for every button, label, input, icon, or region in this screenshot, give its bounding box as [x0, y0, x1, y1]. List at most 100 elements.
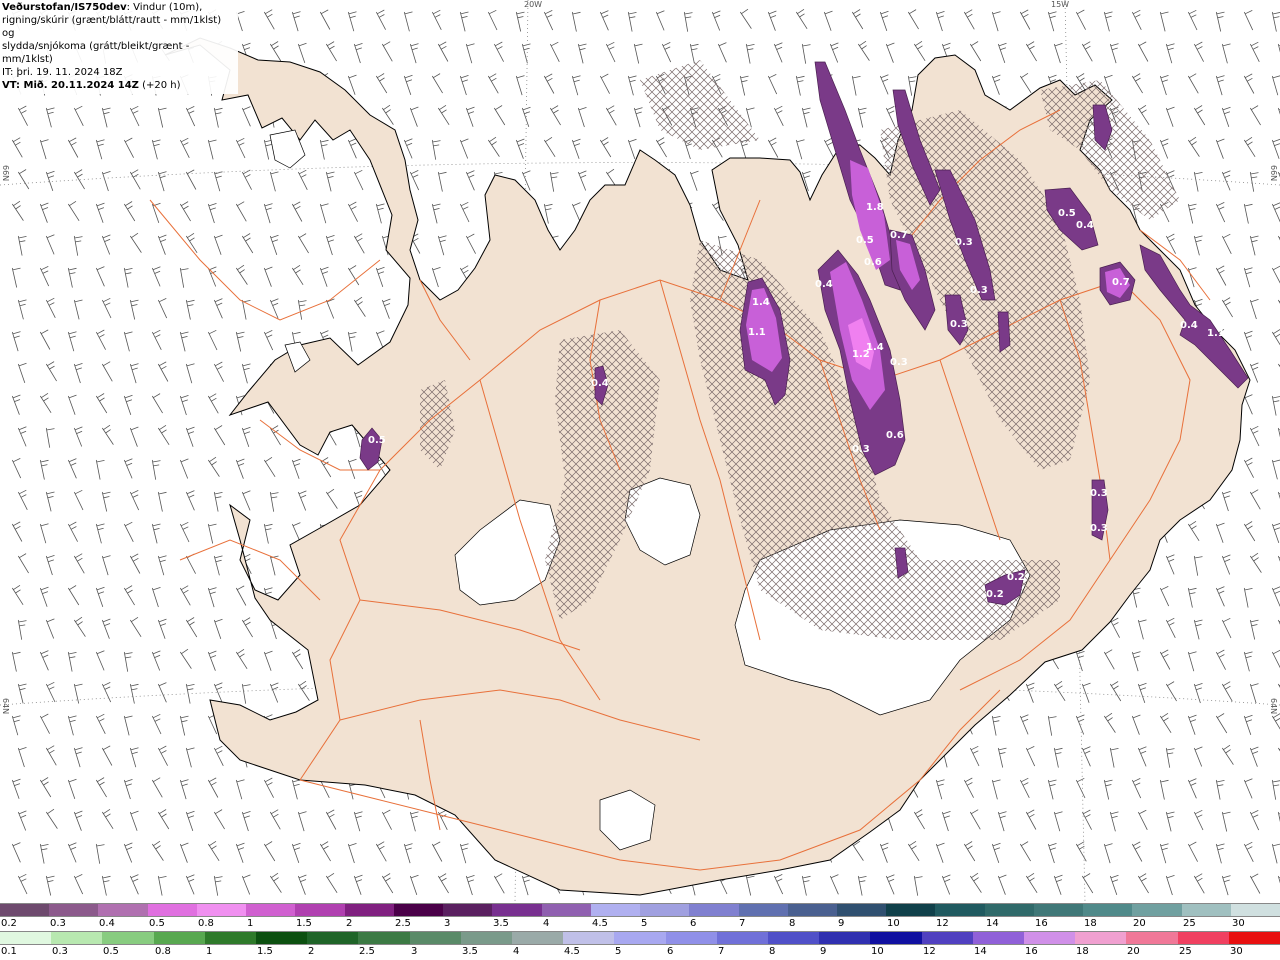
legend-value: 16	[1025, 946, 1038, 957]
legend-swatch	[49, 904, 99, 916]
legend-swatch	[1083, 904, 1133, 916]
legend-swatch	[0, 904, 50, 916]
legend-value: 4	[513, 946, 520, 957]
legend-value: 2	[346, 918, 353, 929]
precip-label: 0.3	[852, 444, 870, 455]
legend-swatch	[51, 932, 103, 944]
legend-swatch	[1228, 932, 1280, 944]
legend-swatch	[409, 932, 461, 944]
precip-label: 0.3	[970, 285, 988, 296]
legend-swatch	[935, 904, 985, 916]
legend-value: 2.5	[359, 946, 375, 957]
precip-label: 0.5	[1058, 208, 1076, 219]
precip-label: 0.4	[1076, 220, 1094, 231]
legend-value: 0.5	[149, 918, 165, 929]
legend-value: 6	[690, 918, 697, 929]
legend-value: 4	[543, 918, 550, 929]
legend-swatch	[443, 904, 493, 916]
precip-label: 0.5	[368, 435, 386, 446]
legend-swatch	[614, 932, 666, 944]
legend-swatch	[689, 904, 739, 916]
meridian-label-20w: 20W	[524, 0, 543, 9]
precip-label: 1.8	[866, 202, 884, 213]
legend-value: 0.2	[1, 918, 17, 929]
precip-label: 1.1	[748, 327, 766, 338]
legend-swatch	[640, 904, 690, 916]
legend-swatch	[98, 904, 148, 916]
legend-swatch	[1230, 904, 1280, 916]
legend-value: 18	[1084, 918, 1097, 929]
legend-swatch	[738, 904, 788, 916]
legend-swatch	[492, 904, 542, 916]
description-line-1: : Vindur (10m),	[126, 2, 203, 13]
legend-value: 7	[739, 918, 746, 929]
legend-swatch	[460, 932, 513, 944]
precip-label: 1.4	[866, 342, 884, 353]
legend-swatch	[196, 904, 247, 916]
legend-value: 4.5	[592, 918, 608, 929]
legend-value: 0.3	[52, 946, 68, 957]
legend-value: 2	[308, 946, 315, 957]
legend-value: 2.5	[395, 918, 411, 929]
legend-value: 0.5	[103, 946, 119, 957]
legend-value: 1.5	[257, 946, 273, 957]
meridian-label-15w: 15W	[1051, 0, 1070, 9]
legend-swatch	[563, 932, 615, 944]
legend-swatch	[590, 904, 641, 916]
legend-value: 1.5	[296, 918, 312, 929]
legend-swatch	[768, 932, 820, 944]
legend-swatch	[393, 904, 444, 916]
precip-label: 0.6	[886, 430, 904, 441]
legend-swatch	[256, 932, 308, 944]
legend-value: 3.5	[462, 946, 478, 957]
legend-value: 1	[247, 918, 254, 929]
legend-swatch	[819, 932, 871, 944]
issue-time: IT: þri. 19. 11. 2024 18Z	[2, 67, 123, 78]
legend-swatch	[541, 904, 591, 916]
legend-swatch	[0, 932, 52, 944]
precip-label: 0.4	[815, 279, 833, 290]
valid-offset: (+20 h)	[138, 80, 181, 91]
legend-value: 0.1	[1, 946, 17, 957]
legend-value: 8	[769, 946, 776, 957]
legend-value: 9	[820, 946, 827, 957]
lat-label-64n-left: 64N	[1, 698, 10, 715]
legend-swatch	[1132, 904, 1182, 916]
legend-swatch	[295, 904, 345, 916]
precip-label: 0.2	[1007, 572, 1025, 583]
legend-value: 14	[986, 918, 999, 929]
legend-value: 8	[789, 918, 796, 929]
legend-swatch	[787, 904, 837, 916]
lat-label-64n-right: 64N	[1269, 698, 1278, 715]
legend-swatch	[147, 904, 197, 916]
legend-value: 3	[444, 918, 451, 929]
legend-value: 1	[206, 946, 213, 957]
legend-value: 10	[887, 918, 900, 929]
legend-value: 3	[411, 946, 418, 957]
legend-swatch	[1177, 932, 1229, 944]
legend-value: 5	[615, 946, 622, 957]
legend-value: 30	[1232, 918, 1245, 929]
legend-value: 0.3	[50, 918, 66, 929]
description-line-2: rigning/skúrir (grænt/blátt/rautt - mm/1…	[2, 15, 222, 39]
legend-value: 10	[871, 946, 884, 957]
map-info-box: Veðurstofan/IS750dev: Vindur (10m), rign…	[0, 0, 238, 94]
legend-swatch	[344, 904, 394, 916]
lat-label-66n-right: 66N	[1269, 165, 1278, 182]
legend-value: 4.5	[564, 946, 580, 957]
precip-label: 0.6	[864, 257, 882, 268]
valid-time: VT: Mið. 20.11.2024 14Z	[2, 80, 139, 91]
legend-value: 0.4	[99, 918, 115, 929]
legend-swatch	[153, 932, 205, 944]
description-line-3: slydda/snjókoma (grátt/bleikt/grænt - mm…	[2, 41, 190, 65]
legend-value: 20	[1127, 946, 1140, 957]
legend-swatch	[1181, 904, 1231, 916]
legend-swatch	[836, 904, 887, 916]
legend-swatch	[1075, 932, 1127, 944]
precip-label: 0.3	[1090, 523, 1108, 534]
rain-color-legend	[0, 931, 1280, 945]
precip-label: 0.3	[955, 237, 973, 248]
legend-value: 16	[1035, 918, 1048, 929]
precip-label: 0.2	[986, 589, 1004, 600]
legend-value: 5	[641, 918, 648, 929]
